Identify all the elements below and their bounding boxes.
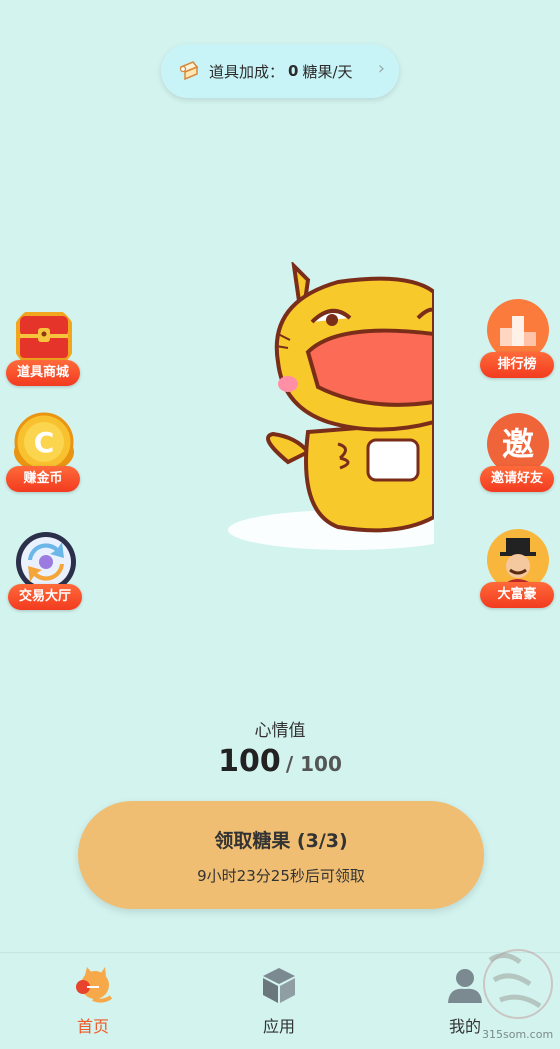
watermark-seal xyxy=(483,949,553,1019)
mood-value: 100 / 100 xyxy=(0,744,560,779)
nav-home-label: 首页 xyxy=(76,1017,109,1036)
cube-icon xyxy=(263,968,295,1003)
trading-hall-button[interactable]: 交易大厅 xyxy=(6,530,84,614)
mood-current: 100 xyxy=(218,744,281,779)
leaderboard-button[interactable]: 排行榜 xyxy=(478,298,556,382)
boost-prefix: 道具加成： xyxy=(209,62,285,81)
trading-hall-label: 交易大厅 xyxy=(8,584,82,610)
cat-mascot-illustration xyxy=(228,262,434,550)
chevron-right-icon: › xyxy=(377,58,385,79)
invite-friends-button[interactable]: 邀 邀请好友 xyxy=(478,412,556,496)
shop-button[interactable]: 道具商城 xyxy=(4,306,82,390)
invite-glyph: 邀 xyxy=(502,425,534,463)
boost-value: 0 xyxy=(288,62,299,80)
svg-text:C: C xyxy=(34,426,55,459)
tycoon-button[interactable]: 大富豪 xyxy=(478,528,556,612)
boost-pill[interactable]: 道具加成： 0 糖果/天 › xyxy=(161,44,399,98)
mood-label: 心情值 xyxy=(254,721,306,741)
tycoon-label: 大富豪 xyxy=(480,582,554,608)
home-cat-icon xyxy=(76,967,113,1003)
scroll-icon xyxy=(179,61,199,81)
leaderboard-label: 排行榜 xyxy=(480,352,554,378)
nav-home[interactable]: 首页 xyxy=(33,953,153,1049)
earn-coins-label: 赚金币 xyxy=(6,466,80,492)
nav-apps[interactable]: 应用 xyxy=(219,953,339,1049)
cat-mascot[interactable] xyxy=(228,262,434,552)
shop-label: 道具商城 xyxy=(6,360,80,386)
boost-unit: 糖果/天 xyxy=(302,62,353,81)
mood-max: / 100 xyxy=(285,752,342,776)
watermark: 315som.com xyxy=(460,940,560,1046)
earn-coins-button[interactable]: C 赚金币 xyxy=(4,412,82,496)
claim-countdown: 9小时23分25秒后可领取 xyxy=(197,867,365,885)
claim-title: 领取糖果 (3/3) xyxy=(214,830,348,852)
nav-apps-label: 应用 xyxy=(262,1017,295,1036)
claim-candy-button[interactable]: 领取糖果 (3/3) 9小时23分25秒后可领取 xyxy=(78,801,484,909)
watermark-text: 315som.com xyxy=(482,1028,554,1041)
invite-friends-label: 邀请好友 xyxy=(480,466,554,492)
